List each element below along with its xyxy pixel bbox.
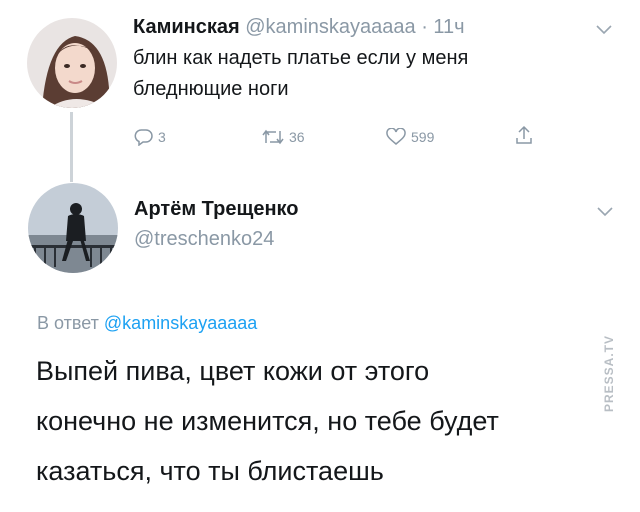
reply-count: 3 xyxy=(158,129,166,145)
tweet-text-line: бледнющие ноги xyxy=(133,78,289,100)
tweet-text-line: блин как надеть платье если у меня xyxy=(133,47,469,69)
reply-handle-row: @treschenko24 xyxy=(134,228,274,251)
reply-mention-link[interactable]: @kaminskayaaaaa xyxy=(104,313,257,333)
reply-text-line: конечно не изменится, но тебе будет xyxy=(36,406,499,436)
share-icon xyxy=(516,125,532,144)
reply-text: Выпей пива, цвет кожи от этого конечно н… xyxy=(36,346,499,496)
tweet-text: блин как надеть платье если у меня бледн… xyxy=(133,43,468,105)
avatar-treschenko[interactable] xyxy=(28,183,118,273)
reply-icon xyxy=(134,129,153,146)
reply-author-handle[interactable]: @treschenko24 xyxy=(134,228,274,250)
retweet-count: 36 xyxy=(289,129,305,145)
share-button[interactable] xyxy=(514,124,538,146)
chevron-down-icon[interactable] xyxy=(595,24,613,36)
avatar-kaminskaya[interactable] xyxy=(27,18,117,108)
author-handle[interactable]: @kaminskayaaaaa xyxy=(245,16,415,38)
like-count: 599 xyxy=(411,129,435,145)
avatar-kaminskaya-image xyxy=(27,18,117,108)
tweet-time[interactable]: · 11ч xyxy=(421,16,464,38)
retweet-button[interactable]: 36 xyxy=(261,128,305,146)
reply-prefix: В ответ xyxy=(37,313,99,333)
tweet-header: Каминская @kaminskayaaaaa · 11ч xyxy=(133,16,465,39)
reply-author-name[interactable]: Артём Трещенко xyxy=(134,198,299,220)
reply-header: Артём Трещенко xyxy=(134,198,299,221)
reply-text-line: казаться, что ты блистаешь xyxy=(36,456,384,486)
thread-line xyxy=(70,112,73,182)
like-icon xyxy=(386,128,406,145)
reply-context: В ответ @kaminskayaaaaa xyxy=(37,313,257,334)
avatar-treschenko-image xyxy=(28,183,118,273)
author-name[interactable]: Каминская xyxy=(133,16,240,38)
like-button[interactable]: 599 xyxy=(385,128,434,146)
retweet-icon xyxy=(262,129,284,145)
reply-button[interactable]: 3 xyxy=(134,128,166,146)
chevron-down-icon[interactable] xyxy=(596,206,614,218)
watermark: PRESSA.TV xyxy=(602,334,616,412)
reply-text-line: Выпей пива, цвет кожи от этого xyxy=(36,356,430,386)
